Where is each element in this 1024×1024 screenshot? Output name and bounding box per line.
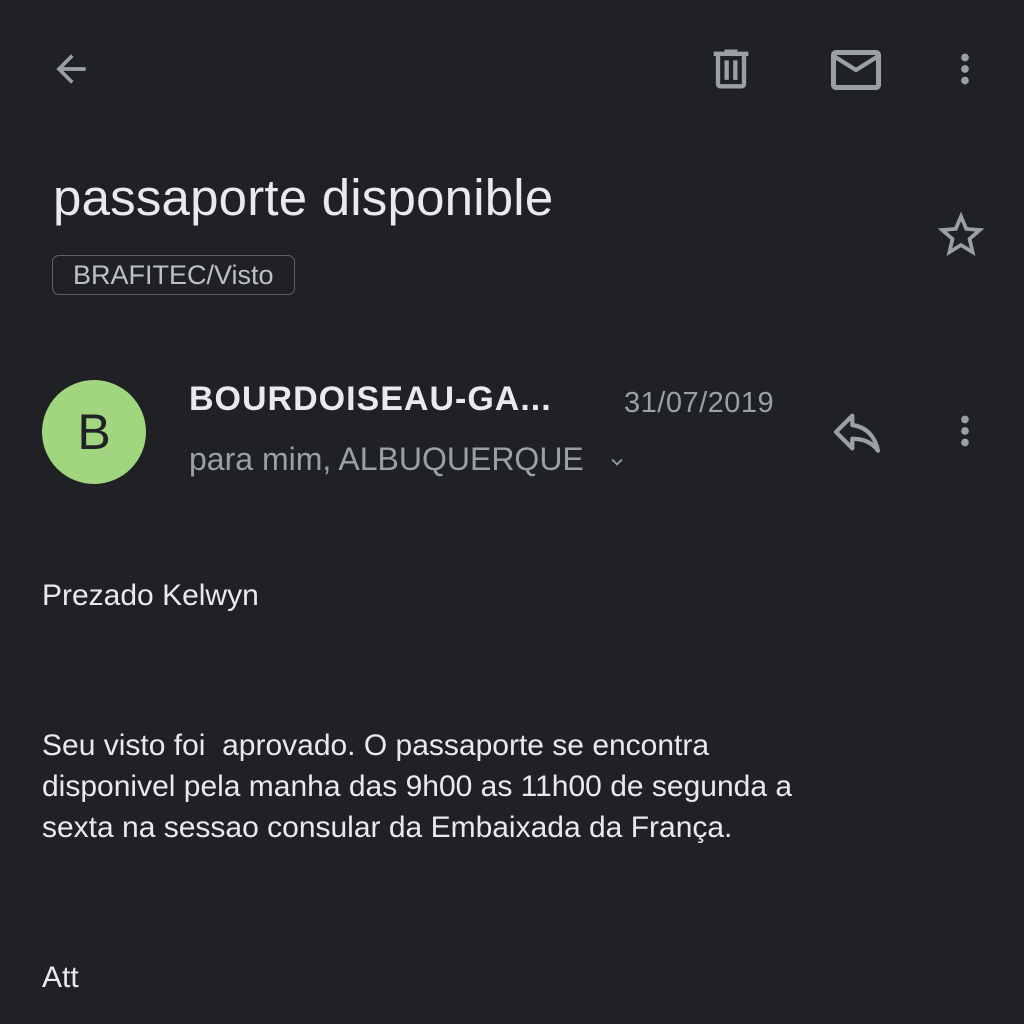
message-line: sexta na sessao consular da Embaixada da… bbox=[42, 811, 733, 844]
message-signoff: Att bbox=[42, 961, 79, 994]
reply-icon bbox=[833, 413, 881, 453]
message-greeting: Prezado Kelwyn bbox=[42, 579, 259, 612]
message-more-button[interactable] bbox=[942, 404, 988, 458]
message-line: disponivel pela manha das 9h00 as 11h00 … bbox=[42, 770, 793, 803]
more-vert-icon bbox=[961, 415, 969, 447]
star-button[interactable] bbox=[932, 206, 990, 264]
avatar-letter: B bbox=[77, 404, 111, 460]
chevron-down-icon bbox=[611, 458, 623, 466]
delete-button[interactable] bbox=[704, 42, 758, 96]
back-button[interactable] bbox=[46, 44, 96, 94]
trash-icon bbox=[713, 49, 749, 89]
star-outline-icon bbox=[937, 211, 985, 256]
mail-icon bbox=[831, 50, 881, 90]
label-chip[interactable]: BRAFITEC/Visto bbox=[52, 255, 295, 295]
arrow-back-icon bbox=[56, 54, 86, 84]
recipients-text: para mim, ALBUQUERQUE bbox=[189, 441, 584, 477]
reply-button[interactable] bbox=[826, 404, 888, 460]
more-vert-icon bbox=[961, 53, 969, 85]
mark-unread-button[interactable] bbox=[824, 40, 888, 100]
more-options-button[interactable] bbox=[942, 42, 988, 96]
avatar[interactable]: B bbox=[42, 380, 146, 484]
email-subject: passaporte disponible bbox=[53, 169, 554, 226]
email-date: 31/07/2019 bbox=[624, 387, 775, 419]
label-chip-text: BRAFITEC/Visto bbox=[73, 259, 274, 290]
sender-name: BOURDOISEAU-GA... bbox=[189, 380, 552, 418]
recipients-toggle[interactable]: para mim, ALBUQUERQUE bbox=[189, 441, 628, 478]
message-line: Seu visto foi aprovado. O passaporte se … bbox=[42, 729, 710, 762]
